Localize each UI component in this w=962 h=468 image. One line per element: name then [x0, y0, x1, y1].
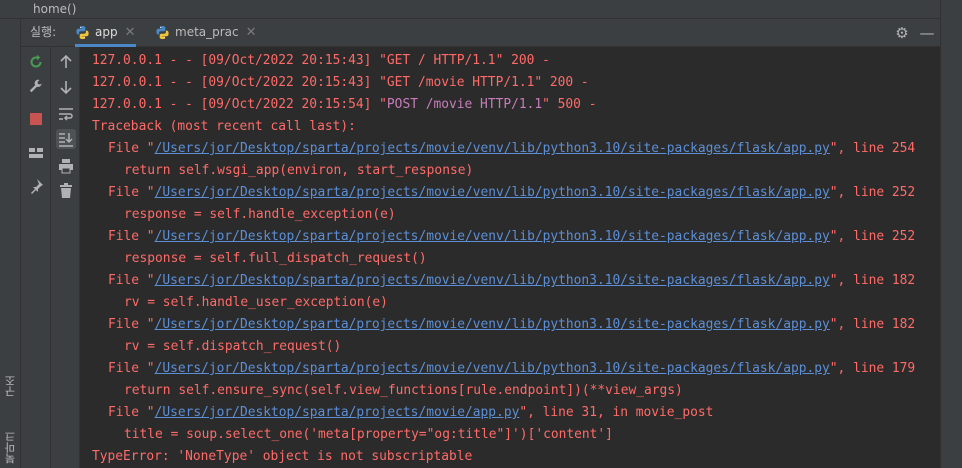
gear-icon[interactable]: ⚙: [894, 25, 910, 41]
wrench-icon[interactable]: [26, 77, 46, 97]
left-tool-strip: 구조 북마크: [0, 19, 21, 468]
traceback-code-line: title = soup.select_one('meta[property="…: [124, 427, 613, 442]
run-panel-header: 실행: app ✕ meta_prac ✕ ⚙ —: [21, 19, 940, 47]
tab-meta-prac-label: meta_prac: [175, 25, 239, 39]
arrow-up-icon[interactable]: [56, 52, 76, 72]
traceback-file-line: File "/Users/jor/Desktop/sparta/projects…: [108, 405, 714, 420]
scroll-to-end-icon[interactable]: [56, 129, 76, 149]
file-link[interactable]: /Users/jor/Desktop/sparta/projects/movie…: [155, 141, 830, 156]
traceback-code-line: return self.wsgi_app(environ, start_resp…: [124, 163, 474, 178]
close-icon[interactable]: ✕: [246, 19, 257, 46]
traceback-code-line: rv = self.handle_user_exception(e): [124, 295, 388, 310]
file-link[interactable]: /Users/jor/Desktop/sparta/projects/movie…: [155, 229, 830, 244]
tab-app[interactable]: app ✕: [75, 19, 136, 47]
traceback-code-line: return self.ensure_sync(self.view_functi…: [124, 383, 683, 398]
traceback-file-line: File "/Users/jor/Desktop/sparta/projects…: [108, 141, 916, 156]
traceback-code-line: response = self.handle_exception(e): [124, 207, 396, 222]
print-icon[interactable]: [56, 156, 76, 176]
error-message: TypeError: 'NoneType' object is not subs…: [92, 449, 473, 464]
right-tool-strip: [940, 0, 962, 468]
close-icon[interactable]: ✕: [125, 19, 136, 46]
stop-icon[interactable]: [26, 109, 46, 129]
traceback-file-line: File "/Users/jor/Desktop/sparta/projects…: [108, 185, 916, 200]
traceback-code-line: response = self.full_dispatch_request(): [124, 251, 427, 266]
file-link[interactable]: /Users/jor/Desktop/sparta/projects/movie…: [155, 361, 830, 376]
run-toolbar: [21, 47, 51, 468]
file-link[interactable]: /Users/jor/Desktop/sparta/projects/movie…: [155, 273, 830, 288]
console-toolbar: [51, 47, 80, 468]
console-line: 127.0.0.1 - - [09/Oct/2022 20:15:43] "GE…: [92, 75, 589, 90]
rerun-icon[interactable]: [26, 52, 46, 72]
pin-icon[interactable]: [26, 176, 46, 196]
structure-tab[interactable]: 구조: [3, 375, 19, 397]
traceback-header: Traceback (most recent call last):: [92, 119, 356, 134]
traceback-file-line: File "/Users/jor/Desktop/sparta/projects…: [108, 273, 916, 288]
trash-icon[interactable]: [56, 181, 76, 201]
file-link[interactable]: /Users/jor/Desktop/sparta/projects/movie…: [155, 405, 520, 420]
console-output[interactable]: 127.0.0.1 - - [09/Oct/2022 20:15:43] "GE…: [80, 47, 940, 468]
layout-icon[interactable]: [26, 143, 46, 163]
file-link[interactable]: /Users/jor/Desktop/sparta/projects/movie…: [155, 317, 830, 332]
console-line: 127.0.0.1 - - [09/Oct/2022 20:15:43] "GE…: [92, 53, 550, 68]
arrow-down-icon[interactable]: [56, 77, 76, 97]
run-label: 실행:: [30, 25, 57, 39]
bookmarks-tab[interactable]: 북마크: [3, 431, 19, 464]
tab-app-label: app: [95, 25, 118, 39]
traceback-file-line: File "/Users/jor/Desktop/sparta/projects…: [108, 317, 916, 332]
traceback-code-line: rv = self.dispatch_request(): [124, 339, 342, 354]
tab-meta-prac[interactable]: meta_prac ✕: [155, 19, 257, 46]
traceback-file-line: File "/Users/jor/Desktop/sparta/projects…: [108, 229, 916, 244]
console-line: 127.0.0.1 - - [09/Oct/2022 20:15:54] "PO…: [92, 97, 597, 112]
traceback-file-line: File "/Users/jor/Desktop/sparta/projects…: [108, 361, 916, 376]
file-link[interactable]: /Users/jor/Desktop/sparta/projects/movie…: [155, 185, 830, 200]
minimize-icon[interactable]: —: [919, 25, 935, 41]
soft-wrap-icon[interactable]: [56, 104, 76, 124]
request-highlight: POST /movie HTTP/1.1: [386, 97, 543, 112]
breadcrumb[interactable]: home(): [0, 0, 940, 19]
python-icon: [76, 25, 89, 40]
python-icon: [156, 25, 169, 40]
